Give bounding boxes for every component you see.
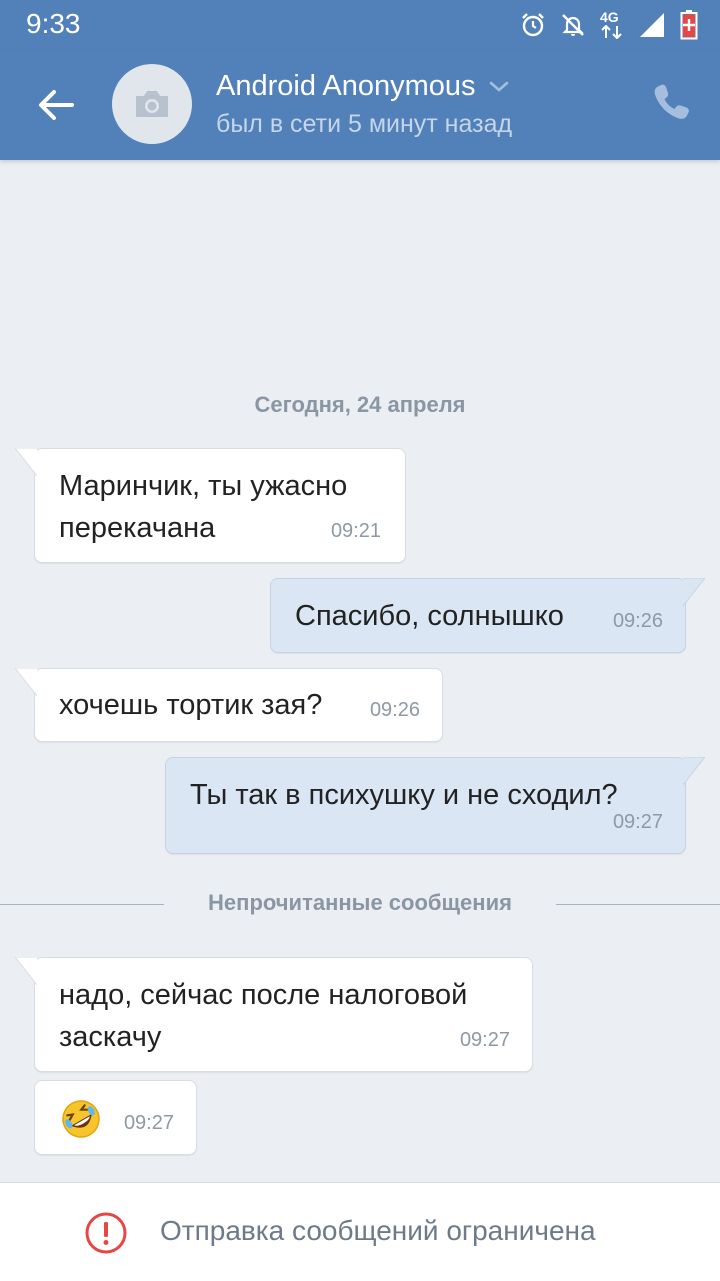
message-time: 09:21	[330, 520, 381, 542]
messaging-restricted-bar: Отправка сообщений ограничена	[0, 1182, 720, 1281]
message-bubble-outgoing[interactable]: Ты так в психушку и не сходил? 09:27	[165, 757, 705, 854]
contact-status: был в сети 5 минут назад	[216, 110, 513, 138]
unread-separator-label: Непрочитанные сообщения	[208, 890, 512, 915]
messaging-restricted-text: Отправка сообщений ограничена	[160, 1215, 596, 1246]
bubble-tail	[15, 668, 37, 697]
alarm-icon	[522, 13, 544, 37]
message-text: надо, сейчас после налоговой заскачу	[59, 974, 467, 1058]
message-bubble-incoming[interactable]: Маринчик, ты ужасно перекачана 09:21	[15, 448, 406, 563]
message-bubble-incoming[interactable]: 09:27	[34, 1080, 197, 1155]
message-text-line: заскачу	[59, 1021, 162, 1053]
unread-separator: Непрочитанные сообщения	[0, 890, 720, 920]
bubble-tail	[15, 448, 37, 477]
message-bubble-incoming[interactable]: надо, сейчас после налоговой заскачу 09:…	[15, 957, 533, 1072]
network-4g-icon: 4G	[600, 9, 624, 39]
chevron-down-icon[interactable]	[488, 80, 510, 94]
chat-header: Android Anonymous был в сети 5 минут наз…	[0, 50, 720, 160]
contact-name[interactable]: Android Anonymous	[216, 70, 510, 103]
message-time: 09:26	[369, 699, 420, 721]
battery-low-icon	[680, 10, 698, 40]
camera-icon	[136, 91, 168, 117]
network-label: 4G	[600, 9, 619, 25]
rolling-on-floor-laughing-icon	[62, 1100, 100, 1138]
warning-icon	[85, 1212, 127, 1254]
message-text-line: Маринчик, ты ужасно	[59, 470, 348, 502]
bubble-tail	[683, 757, 705, 786]
message-bubble-incoming[interactable]: хочешь тортик зая? 09:26	[15, 668, 443, 742]
message-text: Маринчик, ты ужасно перекачана	[59, 465, 347, 549]
message-bubble-outgoing[interactable]: Спасибо, солнышко 09:26	[270, 578, 705, 653]
separator-line	[556, 904, 720, 905]
message-time: 09:27	[123, 1112, 174, 1134]
message-text-line: перекачана	[59, 512, 216, 544]
bubble-tail	[15, 957, 37, 986]
signal-icon	[640, 13, 664, 37]
notifications-off-icon	[562, 14, 584, 36]
message-time: 09:27	[612, 811, 663, 833]
status-time: 9:33	[26, 8, 81, 39]
back-arrow-icon[interactable]	[30, 80, 80, 130]
phone-icon[interactable]	[652, 82, 692, 122]
message-text: хочешь тортик зая?	[59, 689, 323, 721]
status-icons: 4G	[520, 9, 698, 40]
message-text: Спасибо, солнышко	[295, 600, 564, 632]
date-separator: Сегодня, 24 апреля	[254, 392, 466, 417]
message-time: 09:26	[612, 610, 663, 632]
status-bar: 9:33 4G	[0, 0, 720, 50]
bubble-tail	[683, 578, 705, 607]
message-time: 09:27	[459, 1029, 510, 1051]
avatar[interactable]	[112, 64, 192, 144]
message-text: Ты так в психушку и не сходил?	[190, 779, 618, 811]
message-text-line: надо, сейчас после налоговой	[59, 979, 468, 1011]
contact-name-text: Android Anonymous	[216, 70, 476, 102]
